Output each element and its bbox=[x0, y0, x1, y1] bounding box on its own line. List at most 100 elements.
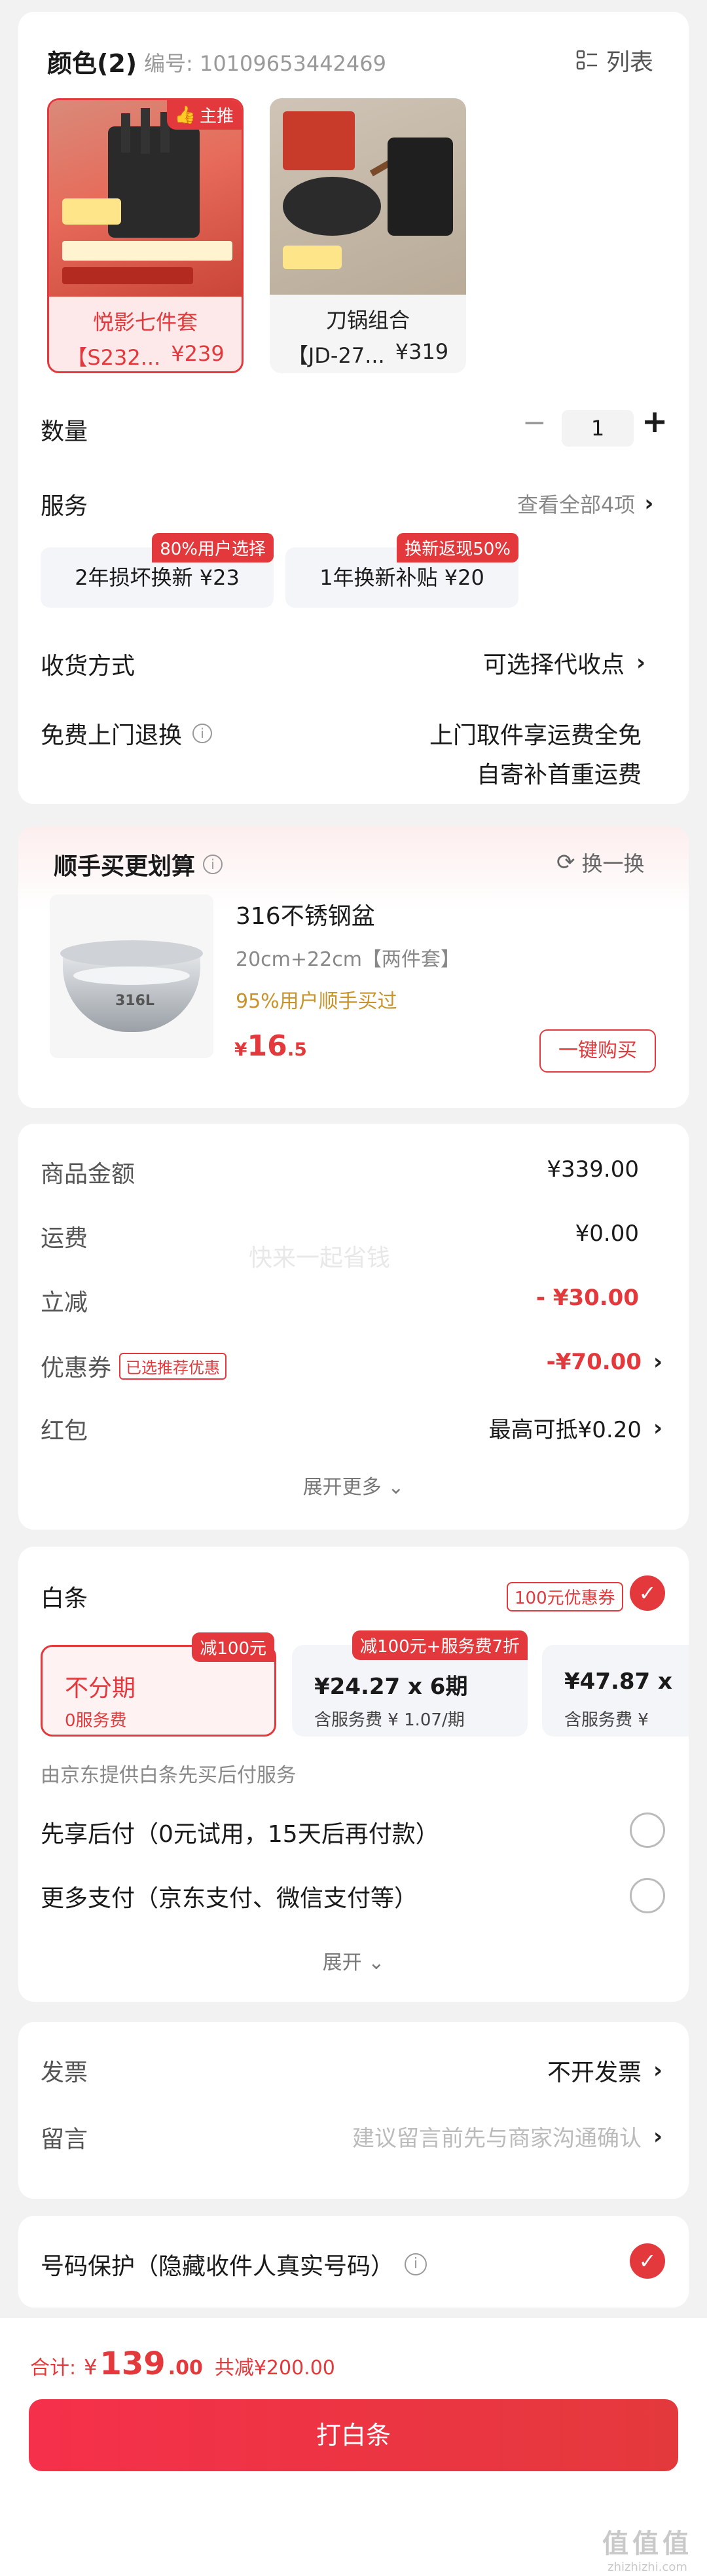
addon-product-spec: 20cm+22cm【两件套】 bbox=[236, 948, 460, 971]
service-view-all[interactable]: 查看全部4项 › bbox=[517, 488, 653, 519]
privacy-checked-icon[interactable]: ✓ bbox=[630, 2243, 665, 2279]
delivery-selector[interactable]: 可选择代收点 › bbox=[483, 646, 645, 680]
total-saved: 共减¥200.00 bbox=[214, 2357, 335, 2380]
plan-sub: 含服务费 ¥ bbox=[564, 1710, 649, 1730]
more-pay-radio[interactable] bbox=[630, 1878, 665, 1913]
total-row: 合计: ¥ 139 .00 共减¥200.00 bbox=[30, 2346, 335, 2382]
free-return-line1: 上门取件享运费全免 bbox=[429, 722, 642, 749]
list-view-toggle[interactable]: 列表 bbox=[576, 43, 653, 77]
service-option-1[interactable]: 80%用户选择 2年损坏换新 ¥23 bbox=[41, 533, 274, 608]
list-icon bbox=[576, 49, 598, 71]
subtotal-label: 商品金额 bbox=[41, 1161, 136, 1188]
shipping-value: ¥0.00 bbox=[575, 1221, 639, 1247]
service-label: 服务 bbox=[41, 493, 88, 520]
plan-title: ¥24.27 x 6期 bbox=[314, 1674, 468, 1700]
color-option-2[interactable]: 刀锅组合 【JD-27... ¥319 bbox=[270, 98, 466, 373]
pay-later-radio[interactable] bbox=[630, 1812, 665, 1848]
product-code: 编号: 10109653442469 bbox=[144, 51, 386, 76]
addon-refresh[interactable]: ⟳ 换一换 bbox=[556, 847, 645, 877]
option-sub: 【JD-27... bbox=[287, 343, 385, 368]
watermark: 快来一起省钱 bbox=[249, 1245, 391, 1272]
addon-price: ¥ 16 .5 bbox=[234, 1029, 307, 1063]
quantity-input[interactable]: 1 bbox=[562, 410, 634, 447]
service-badge: 80%用户选择 bbox=[152, 533, 274, 562]
plan-12-installment[interactable]: ¥47.87 x 含服务费 ¥ bbox=[542, 1645, 689, 1737]
price-summary-card: 商品金额 ¥339.00 运费 ¥0.00 快来一起省钱 立减 - ¥30.00… bbox=[18, 1124, 689, 1530]
baitiao-label: 白条 bbox=[41, 1585, 88, 1612]
plan-no-installment[interactable]: 减100元 不分期 0服务费 bbox=[41, 1632, 276, 1737]
invoice-card: 发票 不开发票 › 留言 建议留言前先与商家沟通确认 › bbox=[18, 2022, 689, 2199]
payment-expand-button[interactable]: 展开 ⌄ bbox=[18, 1946, 689, 1975]
redpacket-selector[interactable]: 最高可抵¥0.20 › bbox=[489, 1412, 662, 1444]
quantity-label: 数量 bbox=[41, 418, 88, 445]
chevron-right-icon: › bbox=[653, 1414, 662, 1441]
addon-img-label: 316L bbox=[115, 993, 154, 1009]
addon-product-image[interactable]: 316L bbox=[50, 894, 213, 1058]
color-title: 颜色(2) bbox=[47, 49, 137, 78]
plan-sub: 含服务费 ¥ 1.07/期 bbox=[314, 1710, 465, 1730]
addon-product-name[interactable]: 316不锈钢盆 bbox=[236, 897, 375, 931]
product-options-card: 颜色(2) 编号: 10109653442469 列表 👍 主推 悦影七件套 【… bbox=[18, 12, 689, 804]
option-price: ¥239 bbox=[171, 341, 225, 366]
total-label: 合计: bbox=[30, 2357, 77, 2380]
plan-6-installment[interactable]: 减100元+服务费7折 ¥24.27 x 6期 含服务费 ¥ 1.07/期 bbox=[292, 1630, 528, 1737]
chevron-down-icon: ⌄ bbox=[368, 1951, 385, 1974]
coupon-label: 优惠券 已选推荐优惠 bbox=[41, 1349, 227, 1383]
free-return-label: 免费上门退换 i bbox=[41, 716, 213, 750]
site-logo: 值值值 zhizhizhi.com bbox=[602, 2529, 693, 2574]
privacy-card: 号码保护（隐藏收件人真实号码） i ✓ bbox=[18, 2216, 689, 2308]
quantity-minus-button[interactable]: − bbox=[522, 406, 547, 439]
chevron-right-icon: › bbox=[653, 2123, 662, 2150]
main-badge: 👍 主推 bbox=[166, 100, 242, 130]
delivery-label: 收货方式 bbox=[41, 653, 136, 680]
payment-card: 白条 100元优惠券 ✓ 减100元 不分期 0服务费 减100元+服务费7折 … bbox=[18, 1547, 689, 2002]
quantity-plus-button[interactable]: + bbox=[642, 403, 668, 440]
addon-title: 顺手买更划算 i bbox=[54, 847, 223, 881]
expand-more-button[interactable]: 展开更多 ⌄ bbox=[18, 1471, 689, 1500]
discount-label: 立减 bbox=[41, 1289, 88, 1316]
product-image-knife-set bbox=[49, 100, 242, 297]
addon-card: 顺手买更划算 i ⟳ 换一换 316L 316不锈钢盆 20cm+22cm【两件… bbox=[18, 826, 689, 1108]
info-icon[interactable]: i bbox=[203, 855, 223, 874]
note-input[interactable]: 建议留言前先与商家沟通确认 › bbox=[352, 2120, 662, 2152]
product-image-knife-wok bbox=[270, 98, 466, 295]
baitiao-checked-icon[interactable]: ✓ bbox=[630, 1575, 665, 1611]
plan-title: ¥47.87 x bbox=[564, 1668, 672, 1695]
shipping-label: 运费 bbox=[41, 1225, 88, 1252]
discount-value: - ¥30.00 bbox=[535, 1285, 639, 1311]
info-icon[interactable]: i bbox=[192, 724, 213, 743]
plan-badge: 减100元+服务费7折 bbox=[352, 1630, 528, 1660]
baitiao-coupon-tag: 100元优惠券 bbox=[507, 1582, 623, 1611]
plan-title: 不分期 bbox=[65, 1675, 136, 1702]
privacy-label: 号码保护（隐藏收件人真实号码） i bbox=[41, 2247, 427, 2281]
redpacket-label: 红包 bbox=[41, 1418, 88, 1444]
invoice-label: 发票 bbox=[41, 2059, 88, 2086]
subtotal-value: ¥339.00 bbox=[547, 1156, 639, 1183]
list-label: 列表 bbox=[606, 49, 654, 76]
thumbs-up-icon: 👍 bbox=[174, 105, 196, 125]
pay-baitiao-button[interactable]: 打白条 bbox=[29, 2399, 678, 2471]
option-name: 刀锅组合 bbox=[325, 308, 410, 333]
chevron-right-icon: › bbox=[644, 490, 654, 517]
refresh-icon: ⟳ bbox=[556, 849, 575, 875]
free-return-line2: 自寄补首重运费 bbox=[476, 762, 642, 788]
invoice-selector[interactable]: 不开发票 › bbox=[547, 2053, 662, 2088]
pay-later-label: 先享后付（0元试用，15天后再付款） bbox=[41, 1821, 439, 1848]
checkout-footer: 合计: ¥ 139 .00 共减¥200.00 打白条 值值值 zhizhizh… bbox=[0, 2318, 707, 2576]
option-sub: 【S232... bbox=[66, 345, 161, 370]
total-amount: 139 bbox=[100, 2346, 166, 2382]
info-icon[interactable]: i bbox=[405, 2253, 427, 2275]
service-option-2[interactable]: 换新返现50% 1年换新补贴 ¥20 bbox=[285, 533, 518, 608]
provider-note: 由京东提供白条先买后付服务 bbox=[41, 1764, 296, 1787]
color-option-1[interactable]: 👍 主推 悦影七件套 【S232... ¥239 bbox=[47, 98, 244, 373]
coupon-tag: 已选推荐优惠 bbox=[119, 1352, 227, 1380]
service-badge: 换新返现50% bbox=[397, 533, 518, 562]
note-label: 留言 bbox=[41, 2126, 88, 2153]
addon-buy-button[interactable]: 一键购买 bbox=[539, 1029, 656, 1073]
option-price: ¥319 bbox=[395, 339, 449, 364]
coupon-selector[interactable]: -¥70.00 › bbox=[547, 1349, 662, 1375]
chevron-right-icon: › bbox=[636, 650, 646, 676]
option-name: 悦影七件套 bbox=[92, 310, 198, 335]
addon-product-stat: 95%用户顺手买过 bbox=[236, 990, 397, 1013]
more-pay-label: 更多支付（京东支付、微信支付等） bbox=[41, 1885, 418, 1912]
